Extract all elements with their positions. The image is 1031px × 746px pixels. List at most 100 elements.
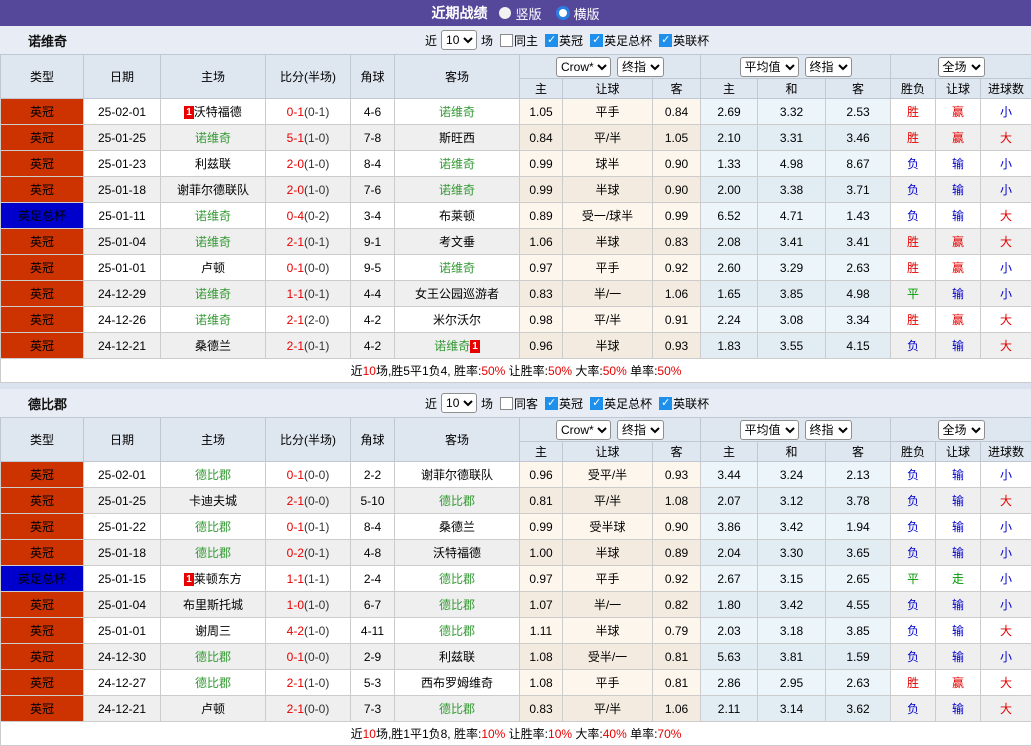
team-name-text: 利兹联 xyxy=(195,157,231,171)
league-filter-checkbox[interactable] xyxy=(659,34,672,47)
team-name-text: 诺维奇 xyxy=(195,131,231,145)
league-filter-checkbox[interactable] xyxy=(590,397,603,410)
radio-icon[interactable] xyxy=(556,6,570,20)
date-cell: 24-12-29 xyxy=(84,281,161,307)
final-odds-select[interactable]: 终指 xyxy=(617,57,664,77)
date-cell: 25-01-04 xyxy=(84,229,161,255)
avg-home-odds-cell: 2.60 xyxy=(701,255,758,281)
away-team-cell: 谢菲尔德联队 xyxy=(395,462,520,488)
sub-column-header: 进球数 xyxy=(981,79,1031,99)
crow-away-odds-cell: 0.79 xyxy=(653,618,701,644)
radio-option-label[interactable]: 竖版 xyxy=(515,4,541,23)
recent-count-select[interactable]: 10 xyxy=(441,393,477,413)
crow-away-odds-cell: 0.84 xyxy=(653,99,701,125)
half-time-score: (1-0) xyxy=(304,598,329,612)
summary-text: 10% xyxy=(548,727,572,741)
goals-result-cell: 大 xyxy=(981,333,1031,359)
league-type-cell: 英冠 xyxy=(1,696,84,722)
match-row: 英冠24-12-21桑德兰2-1(0-1)4-2诺维奇10.96半球0.931.… xyxy=(1,333,1031,359)
radio-icon[interactable] xyxy=(499,7,511,19)
score-cell: 4-2(1-0) xyxy=(266,618,351,644)
sub-column-header: 主 xyxy=(520,79,563,99)
date-cell: 25-02-01 xyxy=(84,462,161,488)
score-cell: 2-1(0-1) xyxy=(266,229,351,255)
full-match-select[interactable]: 全场 xyxy=(938,420,985,440)
league-type-cell: 英冠 xyxy=(1,644,84,670)
same-venue-checkbox[interactable] xyxy=(500,34,513,47)
bookmaker-select[interactable]: Crow* xyxy=(556,57,611,77)
average-select[interactable]: 平均值 xyxy=(740,57,799,77)
final-odds-select[interactable]: 终指 xyxy=(805,420,852,440)
team-name-text: 诺维奇 xyxy=(195,287,231,301)
away-team-cell: 西布罗姆维奇 xyxy=(395,670,520,696)
bookmaker-select[interactable]: Crow* xyxy=(556,420,611,440)
league-type-cell: 英足总杯 xyxy=(1,203,84,229)
match-result-cell: 负 xyxy=(891,644,936,670)
avg-draw-odds-cell: 3.38 xyxy=(758,177,826,203)
radio-option-label[interactable]: 横版 xyxy=(574,4,600,23)
score-cell: 2-1(0-0) xyxy=(266,696,351,722)
league-filter-checkbox[interactable] xyxy=(545,34,558,47)
half-time-score: (0-0) xyxy=(304,494,329,508)
team-name-text: 诺维奇 xyxy=(434,339,470,353)
layout-radio-option-1[interactable]: 横版 xyxy=(556,4,600,23)
corner-cell: 2-4 xyxy=(351,566,395,592)
layout-radio-option-0[interactable]: 竖版 xyxy=(499,4,541,23)
half-time-score: (0-1) xyxy=(304,287,329,301)
average-select[interactable]: 平均值 xyxy=(740,420,799,440)
result-group-header: 全场 xyxy=(891,418,1031,442)
match-row: 英足总杯25-01-151莱顿东方1-1(1-1)2-4德比郡0.97平手0.9… xyxy=(1,566,1031,592)
league-type-cell: 英冠 xyxy=(1,281,84,307)
handicap-result-cell: 赢 xyxy=(936,99,981,125)
match-row: 英冠25-01-01谢周三4-2(1-0)4-11德比郡1.11半球0.792.… xyxy=(1,618,1031,644)
league-type-cell: 英冠 xyxy=(1,618,84,644)
column-header: 类型 xyxy=(1,55,84,99)
match-row: 英冠25-01-18德比郡0-2(0-1)4-8沃特福德1.00半球0.892.… xyxy=(1,540,1031,566)
sub-column-header: 主 xyxy=(701,79,758,99)
sub-column-header: 和 xyxy=(758,442,826,462)
team-name-text: 德比郡 xyxy=(439,624,475,638)
crow-away-odds-cell: 0.93 xyxy=(653,333,701,359)
final-odds-select[interactable]: 终指 xyxy=(805,57,852,77)
half-time-score: (0-0) xyxy=(304,650,329,664)
match-row: 英冠25-02-01德比郡0-1(0-0)2-2谢菲尔德联队0.96受平/半0.… xyxy=(1,462,1031,488)
half-time-score: (0-1) xyxy=(304,339,329,353)
crow-home-odds-cell: 0.84 xyxy=(520,125,563,151)
handicap-result-cell: 输 xyxy=(936,177,981,203)
league-filter-checkbox[interactable] xyxy=(545,397,558,410)
team-name-text: 米尔沃尔 xyxy=(433,313,481,327)
corner-cell: 4-4 xyxy=(351,281,395,307)
avg-away-odds-cell: 2.53 xyxy=(826,99,891,125)
league-type-cell: 英冠 xyxy=(1,177,84,203)
away-team-cell: 斯旺西 xyxy=(395,125,520,151)
same-venue-label: 同主 xyxy=(514,32,538,49)
summary-text: 单率: xyxy=(627,727,658,741)
goals-result-cell: 小 xyxy=(981,281,1031,307)
same-venue-checkbox[interactable] xyxy=(500,397,513,410)
table-header-row-groups: 类型日期主场比分(半场)角球客场Crow*终指平均值终指全场 xyxy=(1,55,1031,79)
goals-result-cell: 小 xyxy=(981,540,1031,566)
league-filter-checkbox[interactable] xyxy=(590,34,603,47)
avg-home-odds-cell: 6.52 xyxy=(701,203,758,229)
league-filter-checkbox[interactable] xyxy=(659,397,672,410)
crow-home-odds-cell: 0.96 xyxy=(520,462,563,488)
half-time-score: (0-1) xyxy=(304,520,329,534)
avg-home-odds-cell: 1.80 xyxy=(701,592,758,618)
match-row: 英冠25-01-04诺维奇2-1(0-1)9-1考文垂1.06半球0.832.0… xyxy=(1,229,1031,255)
away-team-cell: 诺维奇 xyxy=(395,151,520,177)
avg-away-odds-cell: 8.67 xyxy=(826,151,891,177)
final-odds-select[interactable]: 终指 xyxy=(617,420,664,440)
summary-cell: 近10场,胜5平1负4, 胜率:50% 让胜率:50% 大率:50% 单率:50… xyxy=(1,359,1031,383)
score-cell: 1-0(1-0) xyxy=(266,592,351,618)
score-cell: 1-1(0-1) xyxy=(266,281,351,307)
full-match-select[interactable]: 全场 xyxy=(938,57,985,77)
match-row: 英冠24-12-29诺维奇1-1(0-1)4-4女王公园巡游者0.83半/一1.… xyxy=(1,281,1031,307)
handicap-result-cell: 输 xyxy=(936,462,981,488)
team-name-text: 沃特福德 xyxy=(433,546,481,560)
team-name-text: 卢顿 xyxy=(201,261,225,275)
score-cell: 0-1(0-1) xyxy=(266,514,351,540)
avg-draw-odds-cell: 3.29 xyxy=(758,255,826,281)
date-cell: 25-01-04 xyxy=(84,592,161,618)
half-time-score: (0-0) xyxy=(304,261,329,275)
recent-count-select[interactable]: 10 xyxy=(441,30,477,50)
